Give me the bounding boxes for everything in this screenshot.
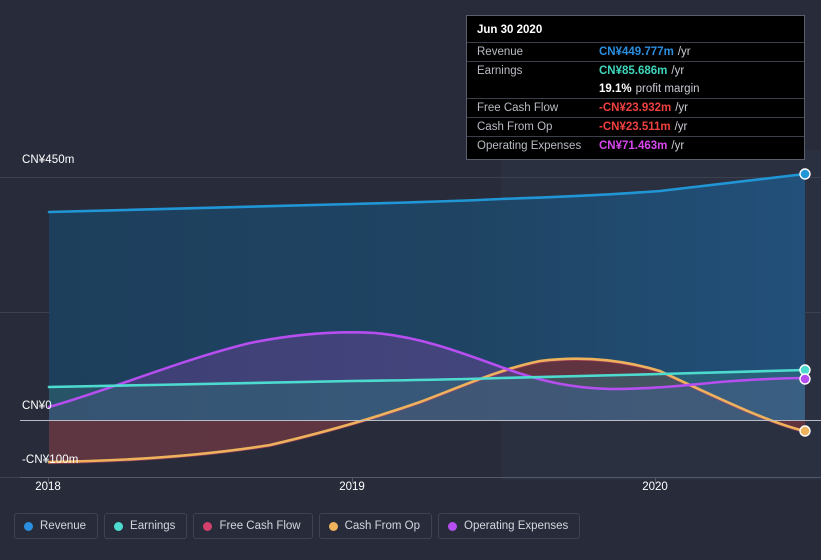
financial-chart-widget: CN¥450m CN¥0 -CN¥100m 2018 2019 2020 Jun… [0, 0, 821, 560]
legend-item-earnings[interactable]: Earnings [104, 513, 188, 539]
tooltip-unit-revenue: /yr [677, 46, 691, 58]
tooltip-unit-profit-margin: profit margin [635, 83, 700, 95]
tooltip-unit-cash-from-op: /yr [674, 121, 688, 133]
chart-legend: Revenue Earnings Free Cash Flow Cash Fro… [14, 513, 581, 539]
endpoint-revenue [799, 168, 811, 180]
legend-dot-operating-expenses-icon [448, 521, 458, 531]
legend-label-cash-from-op: Cash From Op [344, 520, 421, 532]
tooltip-value-revenue: CN¥449.777m [599, 46, 674, 58]
tooltip-date: Jun 30 2020 [477, 24, 543, 36]
legend-dot-free-cash-flow-icon [203, 521, 213, 531]
tooltip-row-earnings: Earnings CN¥85.686m /yr [467, 61, 804, 80]
tooltip-unit-free-cash-flow: /yr [675, 102, 689, 114]
x-axis-label-2019: 2019 [339, 481, 365, 493]
endpoint-operating-expenses [799, 373, 811, 385]
legend-item-revenue[interactable]: Revenue [14, 513, 99, 539]
tooltip-value-operating-expenses: CN¥71.463m [599, 140, 668, 152]
tooltip-value-profit-margin: 19.1% [599, 83, 632, 95]
legend-item-operating-expenses[interactable]: Operating Expenses [438, 513, 581, 539]
tooltip-label-free-cash-flow: Free Cash Flow [477, 102, 559, 114]
tooltip-value-cash-from-op: -CN¥23.511m [599, 121, 671, 133]
tooltip-unit-earnings: /yr [671, 65, 685, 77]
tooltip-row-operating-expenses: Operating Expenses CN¥71.463m /yr [467, 136, 804, 155]
legend-label-operating-expenses: Operating Expenses [464, 520, 569, 532]
tooltip-row-free-cash-flow: Free Cash Flow -CN¥23.932m /yr [467, 98, 804, 117]
chart-tooltip: Jun 30 2020 Revenue CN¥449.777m /yr Earn… [466, 15, 805, 160]
tooltip-label-cash-from-op: Cash From Op [477, 121, 553, 133]
legend-item-cash-from-op[interactable]: Cash From Op [318, 513, 433, 539]
legend-label-revenue: Revenue [40, 520, 87, 532]
legend-dot-earnings-icon [114, 521, 124, 531]
tooltip-unit-operating-expenses: /yr [671, 140, 685, 152]
tooltip-row-cash-from-op: Cash From Op -CN¥23.511m /yr [467, 117, 804, 136]
tooltip-row-profit-margin: 19.1% profit margin [467, 80, 804, 98]
x-axis-label-2020: 2020 [642, 481, 668, 493]
tooltip-label-operating-expenses: Operating Expenses [477, 140, 582, 152]
legend-dot-revenue-icon [24, 521, 33, 531]
x-axis-label-2018: 2018 [35, 481, 61, 493]
tooltip-label-revenue: Revenue [477, 46, 524, 58]
legend-item-free-cash-flow[interactable]: Free Cash Flow [193, 513, 313, 539]
tooltip-label-earnings: Earnings [477, 65, 523, 77]
legend-label-earnings: Earnings [130, 520, 176, 532]
tooltip-value-free-cash-flow: -CN¥23.932m [599, 102, 672, 114]
tooltip-row-revenue: Revenue CN¥449.777m /yr [467, 42, 804, 61]
legend-label-free-cash-flow: Free Cash Flow [219, 520, 301, 532]
endpoint-cash-from-op [799, 425, 811, 437]
tooltip-value-earnings: CN¥85.686m [599, 65, 668, 77]
legend-dot-cash-from-op-icon [328, 521, 338, 531]
